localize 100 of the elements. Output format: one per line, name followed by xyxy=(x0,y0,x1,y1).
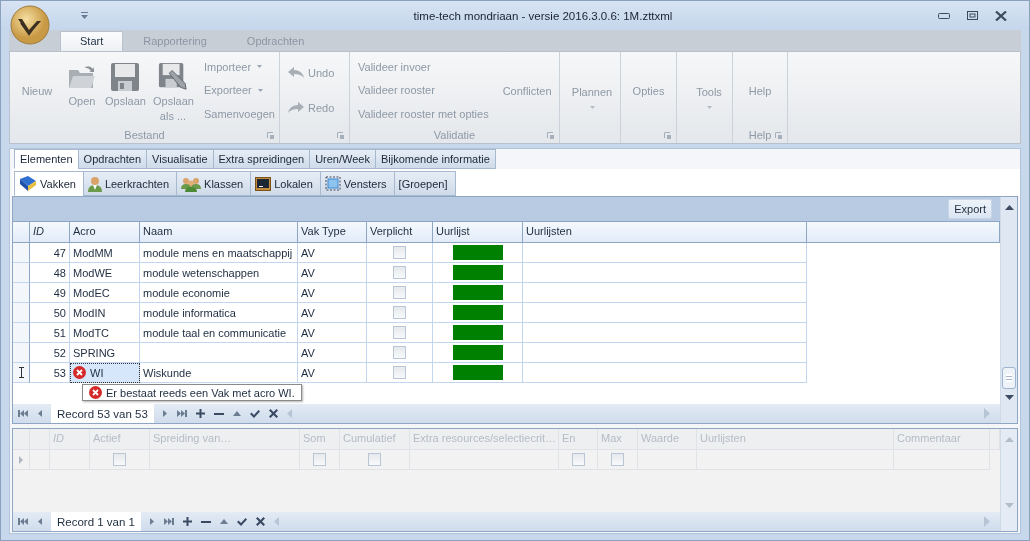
dialog-launcher-icon[interactable] xyxy=(775,132,782,139)
ribbon-button[interactable]: Valideer rooster xyxy=(353,82,440,99)
ribbon-button[interactable]: Samenvoegen xyxy=(199,106,280,123)
tab[interactable]: Vensters xyxy=(319,171,395,196)
group-caption: Bestand xyxy=(124,128,165,141)
ribbon-button[interactable]: Opslaan als ... xyxy=(151,57,195,124)
timetable-bar xyxy=(452,305,503,320)
last-record-icon[interactable] xyxy=(176,409,187,418)
ribbon-button[interactable]: Undo xyxy=(283,64,340,81)
table-cell: AV xyxy=(298,283,367,303)
ribbon-button[interactable]: Nieuw xyxy=(13,84,61,97)
column-header[interactable]: Uurlijsten xyxy=(523,222,807,242)
table-cell: AV xyxy=(298,243,367,263)
table-cell[interactable]: ModWE xyxy=(70,263,140,283)
ribbon-tab[interactable]: Opdrachten xyxy=(226,31,325,51)
book-icon xyxy=(19,176,37,191)
table-cell: 49 xyxy=(30,283,70,303)
tab[interactable]: Lokalen xyxy=(250,171,321,196)
ribbon-button[interactable]: Opties xyxy=(624,84,673,97)
dropdown-button[interactable]: Plannen xyxy=(563,72,621,109)
table-cell[interactable]: ModIN xyxy=(70,303,140,323)
previous-record-icon[interactable] xyxy=(37,409,42,418)
dialog-launcher-icon[interactable] xyxy=(547,132,554,139)
scroll-down-icon[interactable] xyxy=(1004,395,1014,400)
caret-icon xyxy=(589,106,595,109)
dropdown-button[interactable]: Importeer xyxy=(199,58,268,75)
minimize-icon[interactable] xyxy=(938,12,950,19)
table-cell: module taal en communicatie xyxy=(140,323,298,343)
table-cell: AV xyxy=(298,323,367,343)
tab[interactable]: Klassen xyxy=(176,171,252,196)
table-cell: module wetenschappen xyxy=(140,263,298,283)
table-cell: module economie xyxy=(140,283,298,303)
table-cell[interactable]: ModMM xyxy=(70,243,140,263)
tab[interactable]: Elementen xyxy=(14,149,79,169)
caret-icon xyxy=(257,89,263,92)
dropdown-button[interactable]: Tools xyxy=(680,72,738,109)
checkbox[interactable] xyxy=(393,306,406,319)
caret-icon xyxy=(257,65,263,69)
checkbox[interactable] xyxy=(393,346,406,359)
column-header[interactable]: Acro xyxy=(70,222,140,242)
ribbon-button[interactable]: Open xyxy=(65,57,99,124)
scroll-left-icon[interactable] xyxy=(286,409,292,418)
checkmark-icon[interactable] xyxy=(249,409,260,418)
tab[interactable]: Bijkomende informatie xyxy=(374,149,496,169)
row-indicator[interactable] xyxy=(13,363,30,383)
undo-arrow-icon xyxy=(288,66,304,79)
ribbon-button[interactable]: Valideer rooster met opties xyxy=(353,106,494,123)
dropdown-button[interactable]: Exporteer xyxy=(199,82,268,99)
logo-icon[interactable] xyxy=(10,5,50,45)
table-cell: 50 xyxy=(30,303,70,323)
window-frame-icon xyxy=(324,176,341,191)
checkbox[interactable] xyxy=(393,326,406,339)
ribbon-button[interactable]: Help xyxy=(736,84,784,97)
checkbox[interactable] xyxy=(393,266,406,279)
scrollbar-thumb[interactable] xyxy=(1002,367,1016,389)
add-icon[interactable] xyxy=(195,409,205,418)
ribbon-button[interactable]: Redo xyxy=(283,100,340,117)
scroll-up-icon[interactable] xyxy=(1004,205,1014,210)
dialog-launcher-icon[interactable] xyxy=(664,132,671,139)
checkbox[interactable] xyxy=(393,286,406,299)
table-cell[interactable]: ModTC xyxy=(70,323,140,343)
column-header[interactable]: ID xyxy=(30,222,70,242)
ribbon-button[interactable]: Valideer invoer xyxy=(353,58,436,75)
tab[interactable]: Vakken xyxy=(14,171,84,196)
close-icon[interactable] xyxy=(268,409,278,418)
table-cell[interactable]: ModEC xyxy=(70,283,140,303)
column-header[interactable]: Verplicht xyxy=(367,222,433,242)
table-cell: module mens en maatschappij xyxy=(140,243,298,263)
tab[interactable]: Leerkrachten xyxy=(82,171,178,196)
ribbon-tab[interactable]: Rapportering xyxy=(123,31,227,51)
tab[interactable]: Visualisatie xyxy=(146,149,214,169)
scroll-right-icon[interactable] xyxy=(984,408,990,419)
close-icon[interactable] xyxy=(995,10,1007,21)
table-cell[interactable]: WI xyxy=(70,363,140,383)
checkbox[interactable] xyxy=(393,246,406,259)
move-up-icon[interactable] xyxy=(232,411,241,416)
table-cell: AV xyxy=(298,303,367,323)
column-header[interactable]: Naam xyxy=(140,222,298,242)
ribbon-tab[interactable]: Start xyxy=(60,31,124,51)
tab[interactable]: [Groepen] xyxy=(393,171,456,196)
ribbon-button[interactable]: Conflicten xyxy=(497,82,557,99)
restore-icon[interactable] xyxy=(967,11,978,20)
column-header[interactable]: Vak Type xyxy=(298,222,367,242)
tab[interactable]: Opdrachten xyxy=(77,149,148,169)
column-header[interactable]: Uurlijst xyxy=(433,222,523,242)
timetable-bar xyxy=(452,365,503,380)
checkbox[interactable] xyxy=(393,366,406,379)
next-record-icon[interactable] xyxy=(162,409,168,418)
tab[interactable]: Extra spreidingen xyxy=(212,149,311,169)
timetable-bar xyxy=(452,325,503,340)
ribbon-button[interactable]: Opslaan xyxy=(103,57,147,124)
save-as-icon xyxy=(157,61,189,92)
export-button[interactable]: Export xyxy=(948,199,992,219)
caret-icon xyxy=(706,106,712,109)
group-caption: Help xyxy=(748,128,772,141)
dialog-launcher-icon[interactable] xyxy=(337,132,344,139)
tab[interactable]: Uren/Week xyxy=(309,149,376,169)
first-record-icon[interactable] xyxy=(18,409,28,418)
dialog-launcher-icon[interactable] xyxy=(267,132,274,139)
customize-toolbar-icon[interactable] xyxy=(81,12,88,19)
